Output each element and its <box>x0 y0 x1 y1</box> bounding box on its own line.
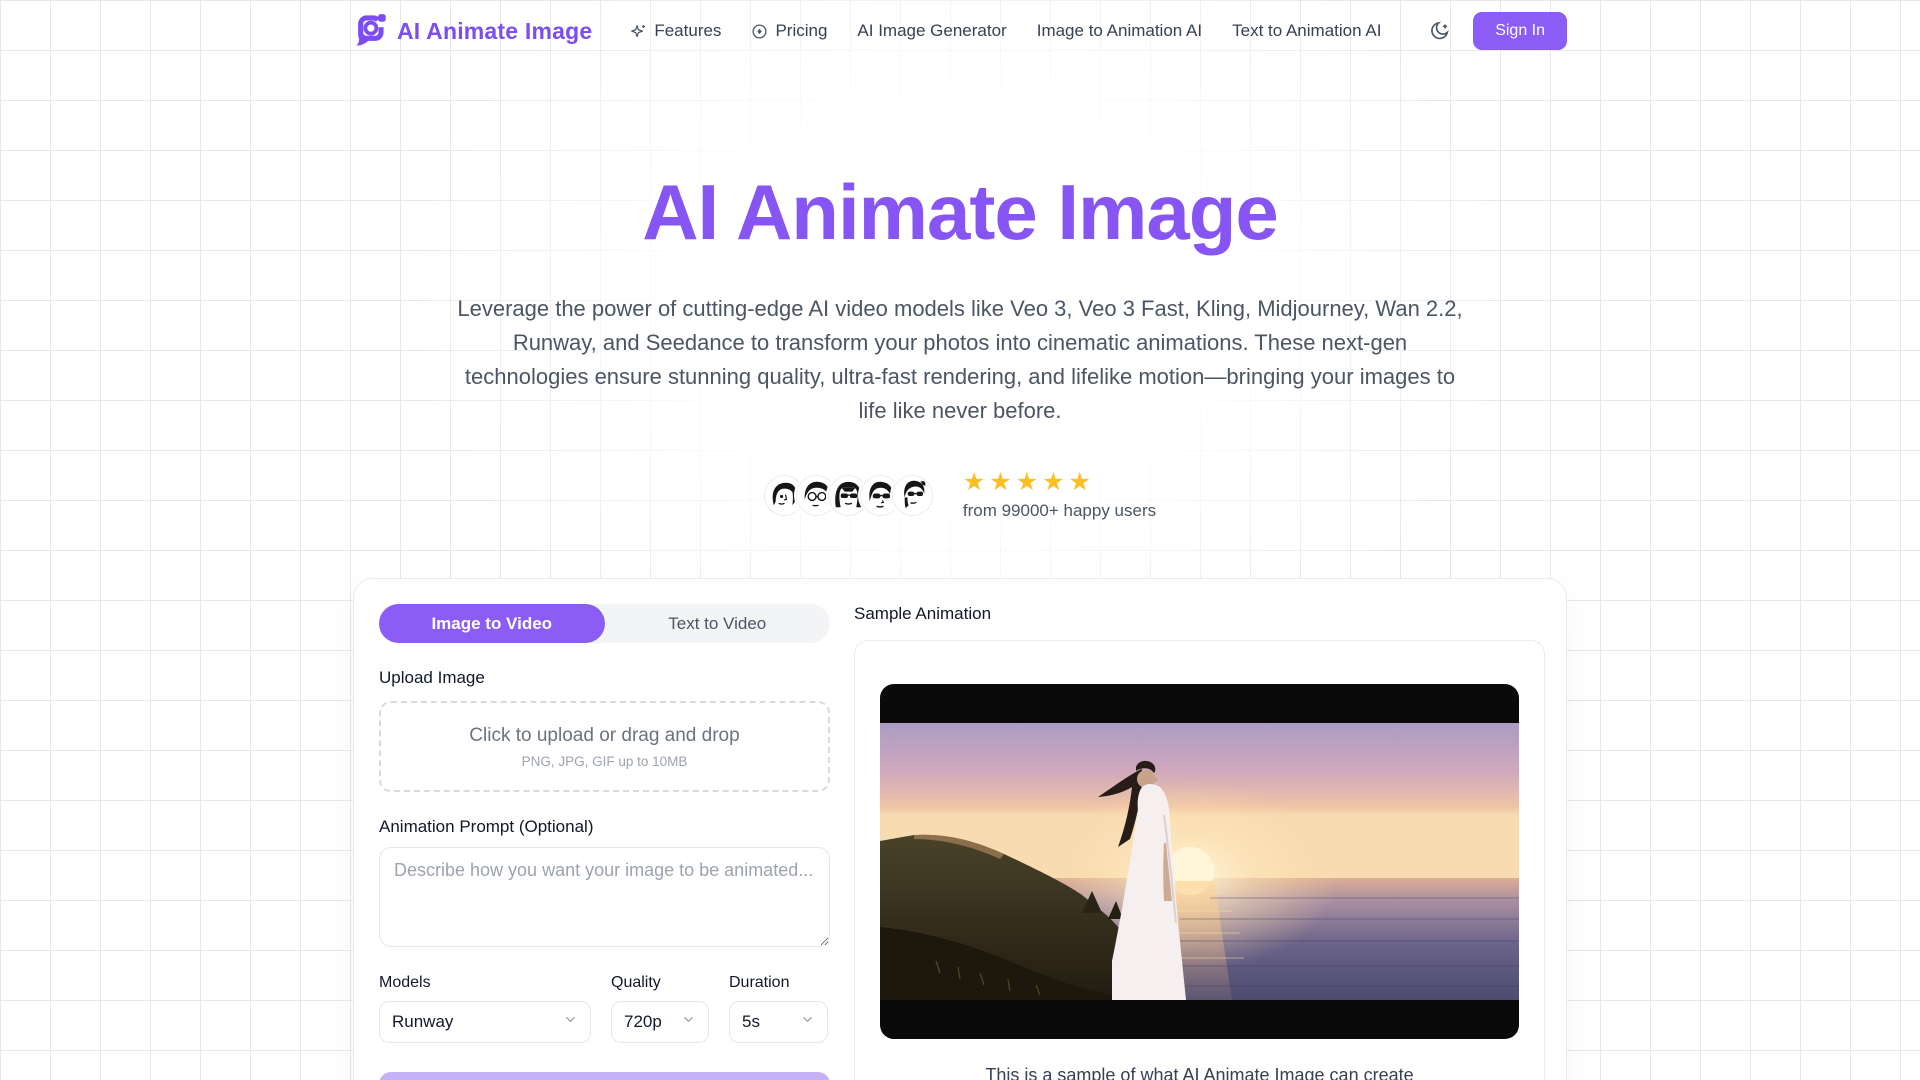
nav-item-text-to-animation[interactable]: Text to Animation AI <box>1232 21 1381 41</box>
main-nav: Features Pricing AI Image Generator Imag… <box>630 21 1381 41</box>
avatar <box>892 475 933 516</box>
brand-logo-icon <box>353 12 387 51</box>
tab-image-to-video[interactable]: Image to Video <box>379 604 605 643</box>
duration-label: Duration <box>729 974 828 992</box>
models-label: Models <box>379 974 591 992</box>
coin-icon <box>751 23 768 40</box>
nav-item-image-to-animation[interactable]: Image to Animation AI <box>1037 21 1202 41</box>
nav-label: Features <box>654 21 721 41</box>
quality-label: Quality <box>611 974 709 992</box>
sunset-woman-scene <box>880 723 1519 1000</box>
header: AI Animate Image Features <box>0 0 1920 62</box>
nav-label: Pricing <box>775 21 827 41</box>
brand-name: AI Animate Image <box>397 18 592 45</box>
dropzone-hint-text: PNG, JPG, GIF up to 10MB <box>522 754 688 769</box>
dropzone-cta-text: Click to upload or drag and drop <box>469 725 739 747</box>
rating-block: ★★★★★ from 99000+ happy users <box>963 470 1156 521</box>
nav-item-pricing[interactable]: Pricing <box>751 21 827 41</box>
generator-form: Image to Video Text to Video Upload Imag… <box>379 604 830 1080</box>
tab-text-to-video[interactable]: Text to Video <box>605 604 831 643</box>
sample-video-player[interactable] <box>880 684 1519 1039</box>
nav-label: Image to Animation AI <box>1037 21 1202 41</box>
page-title: AI Animate Image <box>0 167 1920 258</box>
quality-selected-value: 720p <box>624 1012 662 1032</box>
image-upload-dropzone[interactable]: Click to upload or drag and drop PNG, JP… <box>379 701 830 792</box>
brand[interactable]: AI Animate Image <box>353 12 592 51</box>
animation-prompt-input[interactable] <box>379 847 830 947</box>
mode-tabs: Image to Video Text to Video <box>379 604 830 643</box>
chevron-down-icon <box>800 1012 815 1032</box>
nav-item-features[interactable]: Features <box>630 21 721 41</box>
rating-text: from 99000+ happy users <box>963 501 1156 521</box>
hero-description: Leverage the power of cutting-edge AI vi… <box>450 292 1470 428</box>
chevron-down-icon <box>563 1012 578 1032</box>
animation-prompt-label: Animation Prompt (Optional) <box>379 817 830 837</box>
sample-caption: This is a sample of what AI Animate Imag… <box>880 1065 1519 1080</box>
sample-animation-label: Sample Animation <box>854 604 1545 624</box>
chevron-down-icon <box>681 1012 696 1032</box>
five-star-rating-icon: ★★★★★ <box>963 470 1156 495</box>
nav-label: AI Image Generator <box>857 21 1006 41</box>
nav-label: Text to Animation AI <box>1232 21 1381 41</box>
quality-select[interactable]: 720p <box>611 1001 709 1043</box>
sample-animation-section: Sample Animation <box>854 604 1545 1080</box>
duration-selected-value: 5s <box>742 1012 760 1032</box>
duration-select[interactable]: 5s <box>729 1001 828 1043</box>
dark-mode-toggle-moon-icon[interactable] <box>1429 20 1451 42</box>
generate-video-button[interactable]: Generate Video <box>379 1072 830 1080</box>
options-row: Models Runway Quality 720p Dur <box>379 974 830 1043</box>
hero-section: AI Animate Image Leverage the power of c… <box>0 62 1920 521</box>
sparkles-icon <box>630 23 647 40</box>
nav-item-ai-image-generator[interactable]: AI Image Generator <box>857 21 1006 41</box>
models-selected-value: Runway <box>392 1012 453 1032</box>
upload-image-label: Upload Image <box>379 668 830 688</box>
social-proof-row: ★★★★★ from 99000+ happy users <box>0 470 1920 521</box>
user-avatars <box>764 475 933 516</box>
sign-in-button[interactable]: Sign In <box>1473 12 1567 50</box>
sample-animation-panel: This is a sample of what AI Animate Imag… <box>854 640 1545 1080</box>
models-select[interactable]: Runway <box>379 1001 591 1043</box>
generator-card: Image to Video Text to Video Upload Imag… <box>353 578 1567 1080</box>
